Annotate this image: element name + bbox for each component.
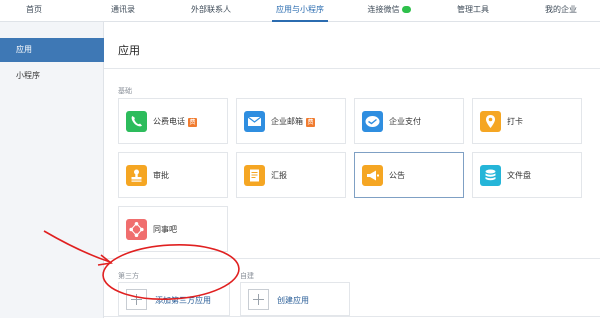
bottom-divider bbox=[104, 316, 600, 317]
database-icon bbox=[480, 165, 501, 186]
app-label: 文件盘 bbox=[507, 170, 531, 181]
app-card-file-drive[interactable]: 文件盘 bbox=[472, 152, 582, 198]
app-name: 审批 bbox=[153, 171, 169, 180]
tab-connect-wechat-label: 连接微信 bbox=[367, 5, 400, 14]
location-pin-icon bbox=[480, 111, 501, 132]
app-name: 文件盘 bbox=[507, 171, 531, 180]
app-label: 公告 bbox=[389, 170, 405, 181]
app-label: 公费电话费 bbox=[153, 116, 197, 127]
payment-icon bbox=[362, 111, 383, 132]
app-card-announcement[interactable]: 公告 bbox=[354, 152, 464, 198]
add-third-party-app-label: 添加第三方应用 bbox=[155, 296, 211, 305]
create-app-button[interactable]: 创建应用 bbox=[240, 282, 350, 316]
report-icon bbox=[244, 165, 265, 186]
tab-contacts[interactable]: 通讯录 bbox=[98, 0, 148, 22]
plus-icon bbox=[248, 289, 269, 310]
app-label: 汇报 bbox=[271, 170, 287, 181]
app-name: 同事吧 bbox=[153, 225, 177, 234]
main-content: 应用 基础 公费电话费 企业邮箱费 企业支付 打卡 审批 汇报 公告 文件盘 同… bbox=[104, 22, 600, 318]
app-card-colleague-bar[interactable]: 同事吧 bbox=[118, 206, 228, 252]
section-label-basic: 基础 bbox=[118, 87, 132, 95]
app-label: 企业支付 bbox=[389, 116, 421, 127]
title-divider bbox=[104, 68, 600, 69]
app-name: 打卡 bbox=[507, 117, 523, 126]
plus-icon bbox=[126, 289, 147, 310]
app-name: 公费电话 bbox=[153, 117, 185, 126]
app-name: 企业邮箱 bbox=[271, 117, 303, 126]
megaphone-icon bbox=[362, 165, 383, 186]
page-title: 应用 bbox=[118, 44, 140, 57]
tab-home[interactable]: 首页 bbox=[14, 0, 54, 22]
app-label: 打卡 bbox=[507, 116, 523, 127]
fee-badge: 费 bbox=[306, 118, 315, 127]
tab-connect-wechat[interactable]: 连接微信 bbox=[358, 0, 420, 22]
mail-icon bbox=[244, 111, 265, 132]
app-card-approval[interactable]: 审批 bbox=[118, 152, 228, 198]
app-label: 企业邮箱费 bbox=[271, 116, 315, 127]
stamp-icon bbox=[126, 165, 147, 186]
sidebar: 应用 小程序 bbox=[0, 22, 104, 318]
app-card-check-in[interactable]: 打卡 bbox=[472, 98, 582, 144]
app-name: 企业支付 bbox=[389, 117, 421, 126]
phone-icon bbox=[126, 111, 147, 132]
app-card-company-mail[interactable]: 企业邮箱费 bbox=[236, 98, 346, 144]
app-name: 公告 bbox=[389, 171, 405, 180]
sidebar-item-miniprograms[interactable]: 小程序 bbox=[0, 64, 104, 88]
tab-management-tools[interactable]: 管理工具 bbox=[450, 0, 496, 22]
app-card-report[interactable]: 汇报 bbox=[236, 152, 346, 198]
add-third-party-app-button[interactable]: 添加第三方应用 bbox=[118, 282, 230, 316]
wechat-icon bbox=[401, 6, 411, 13]
fee-badge: 费 bbox=[188, 118, 197, 127]
app-card-company-payment[interactable]: 企业支付 bbox=[354, 98, 464, 144]
create-app-label: 创建应用 bbox=[277, 296, 309, 305]
app-card-public-phone[interactable]: 公费电话费 bbox=[118, 98, 228, 144]
app-label: 同事吧 bbox=[153, 224, 177, 235]
section-divider bbox=[104, 258, 600, 259]
section-label-self-built: 自建 bbox=[240, 272, 254, 280]
tab-apps-miniprograms[interactable]: 应用与小程序 bbox=[272, 0, 328, 22]
section-label-third-party: 第三方 bbox=[118, 272, 139, 280]
top-navigation: 首页 通讯录 外部联系人 应用与小程序 连接微信 管理工具 我的企业 bbox=[0, 0, 600, 22]
sidebar-item-apps[interactable]: 应用 bbox=[0, 38, 104, 62]
network-icon bbox=[126, 219, 147, 240]
tab-my-company[interactable]: 我的企业 bbox=[536, 0, 586, 22]
app-name: 汇报 bbox=[271, 171, 287, 180]
tab-external-contacts[interactable]: 外部联系人 bbox=[180, 0, 242, 22]
app-label: 审批 bbox=[153, 170, 169, 181]
